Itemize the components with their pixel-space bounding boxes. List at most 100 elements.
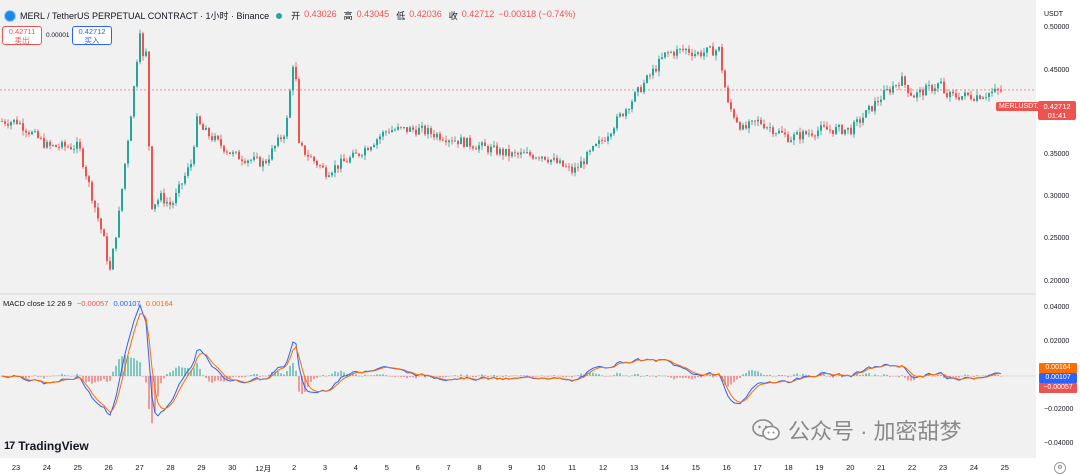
macd-hist-bar <box>34 375 36 376</box>
macd-hist-bar <box>436 376 438 377</box>
candle-body <box>223 145 225 152</box>
candle-body <box>742 125 744 130</box>
macd-hist-bar <box>499 375 501 377</box>
candle-body <box>565 166 567 168</box>
time-axis-label: 22 <box>907 463 917 472</box>
macd-hist-bar <box>658 375 660 376</box>
macd-hist-bar <box>901 375 903 376</box>
macd-hist-bar <box>316 376 318 378</box>
sell-button[interactable]: 0.42711 卖出 <box>2 26 42 45</box>
candle-body <box>949 91 951 98</box>
candle-body <box>793 134 795 141</box>
macd-hist-bar <box>694 376 696 379</box>
candle-body <box>856 119 858 122</box>
candle-body <box>667 52 669 54</box>
candle-body <box>220 139 222 146</box>
candle-body <box>991 91 993 94</box>
macd-hist-bar <box>46 376 48 377</box>
candle-body <box>751 120 753 122</box>
macd-hist-bar <box>601 375 603 376</box>
candle-body <box>898 84 900 86</box>
candle-body <box>340 158 342 169</box>
candle-body <box>916 92 918 98</box>
candle-body <box>256 156 258 158</box>
macd-hist-bar <box>256 374 258 376</box>
macd-hist-bar <box>802 373 804 376</box>
candle-body <box>466 137 468 147</box>
candle-body <box>769 127 771 129</box>
candle-body <box>604 140 606 142</box>
tradingview-logo[interactable]: 17 TradingView <box>4 439 89 453</box>
macd-hist-bar <box>682 376 684 379</box>
candle-body <box>574 167 576 173</box>
macd-hist-bar <box>907 376 909 381</box>
candle-body <box>961 96 963 100</box>
macd-hist-bar <box>388 376 390 377</box>
candle-body <box>28 132 30 135</box>
candle-body <box>823 125 825 127</box>
time-axis-label: 17 <box>753 463 762 472</box>
settings-icon[interactable]: ⚙ <box>1054 462 1066 474</box>
macd-axis-label: 0.02000 <box>1044 338 1070 346</box>
candle-body <box>535 157 537 159</box>
candle-body <box>121 188 123 211</box>
candle-body <box>49 141 51 146</box>
candle-body <box>805 131 807 135</box>
macd-hist-bar <box>52 375 54 377</box>
candle-body <box>787 134 789 143</box>
candle-body <box>508 148 510 157</box>
macd-hist-bar <box>877 375 879 376</box>
candle-body <box>19 123 21 124</box>
candle-body <box>82 148 84 168</box>
candle-body <box>784 132 786 135</box>
macd-hist-bar <box>541 375 543 377</box>
macd-hist-bar <box>412 376 414 378</box>
currency-label[interactable]: USDT <box>1044 11 1063 18</box>
macd-hist-bar <box>688 376 690 379</box>
candle-body <box>91 182 93 201</box>
candle-body <box>547 159 549 163</box>
macd-hist-bar <box>376 374 378 376</box>
candle-body <box>67 146 69 148</box>
macd-hist-bar <box>889 376 891 377</box>
candle-body <box>298 79 300 143</box>
macd-hist-bar <box>175 367 177 376</box>
candle-body <box>595 143 597 147</box>
candle-body <box>430 128 432 134</box>
macd-hist-bar <box>799 375 801 377</box>
macd-hist-bar <box>1000 376 1002 377</box>
candle-body <box>217 135 219 140</box>
candle-body <box>934 88 936 91</box>
symbol-title[interactable]: MERL / TetherUS PERPETUAL CONTRACT · 1小时… <box>20 9 269 22</box>
macd-hist-bar <box>211 376 213 383</box>
chart-canvas[interactable] <box>0 0 1036 458</box>
macd-hist-bar <box>79 375 81 377</box>
macd-legend[interactable]: MACD close 12 26 9 −0.00057 0.00107 0.00… <box>3 299 173 308</box>
macd-hist-bar <box>550 375 552 377</box>
candle-body <box>895 84 897 86</box>
candle-body <box>550 159 552 163</box>
macd-hist-bar <box>148 376 150 409</box>
candle-body <box>520 152 522 155</box>
macd-hist-bar <box>787 376 789 378</box>
candle-body <box>988 93 990 97</box>
macd-hist-bar <box>763 375 765 376</box>
macd-hist-bar <box>61 373 63 376</box>
macd-hist-bar <box>118 359 120 376</box>
candle-body <box>490 146 492 153</box>
time-axis-label: 26 <box>104 463 113 472</box>
candle-body <box>322 165 324 168</box>
macd-hist-bar <box>961 375 963 377</box>
macd-hist-bar <box>880 375 882 377</box>
macd-hist-bar <box>247 375 249 377</box>
candle-body <box>232 152 234 155</box>
candle-body <box>64 141 66 147</box>
candle-body <box>31 131 33 135</box>
macd-line-value: 0.00107 <box>113 299 141 308</box>
buy-button[interactable]: 0.42712 买入 <box>72 26 112 45</box>
candle-body <box>367 148 369 151</box>
macd-hist-bar <box>472 376 474 378</box>
macd-hist-bar <box>892 376 894 377</box>
candle-body <box>826 126 828 130</box>
macd-hist-bar <box>973 376 975 377</box>
